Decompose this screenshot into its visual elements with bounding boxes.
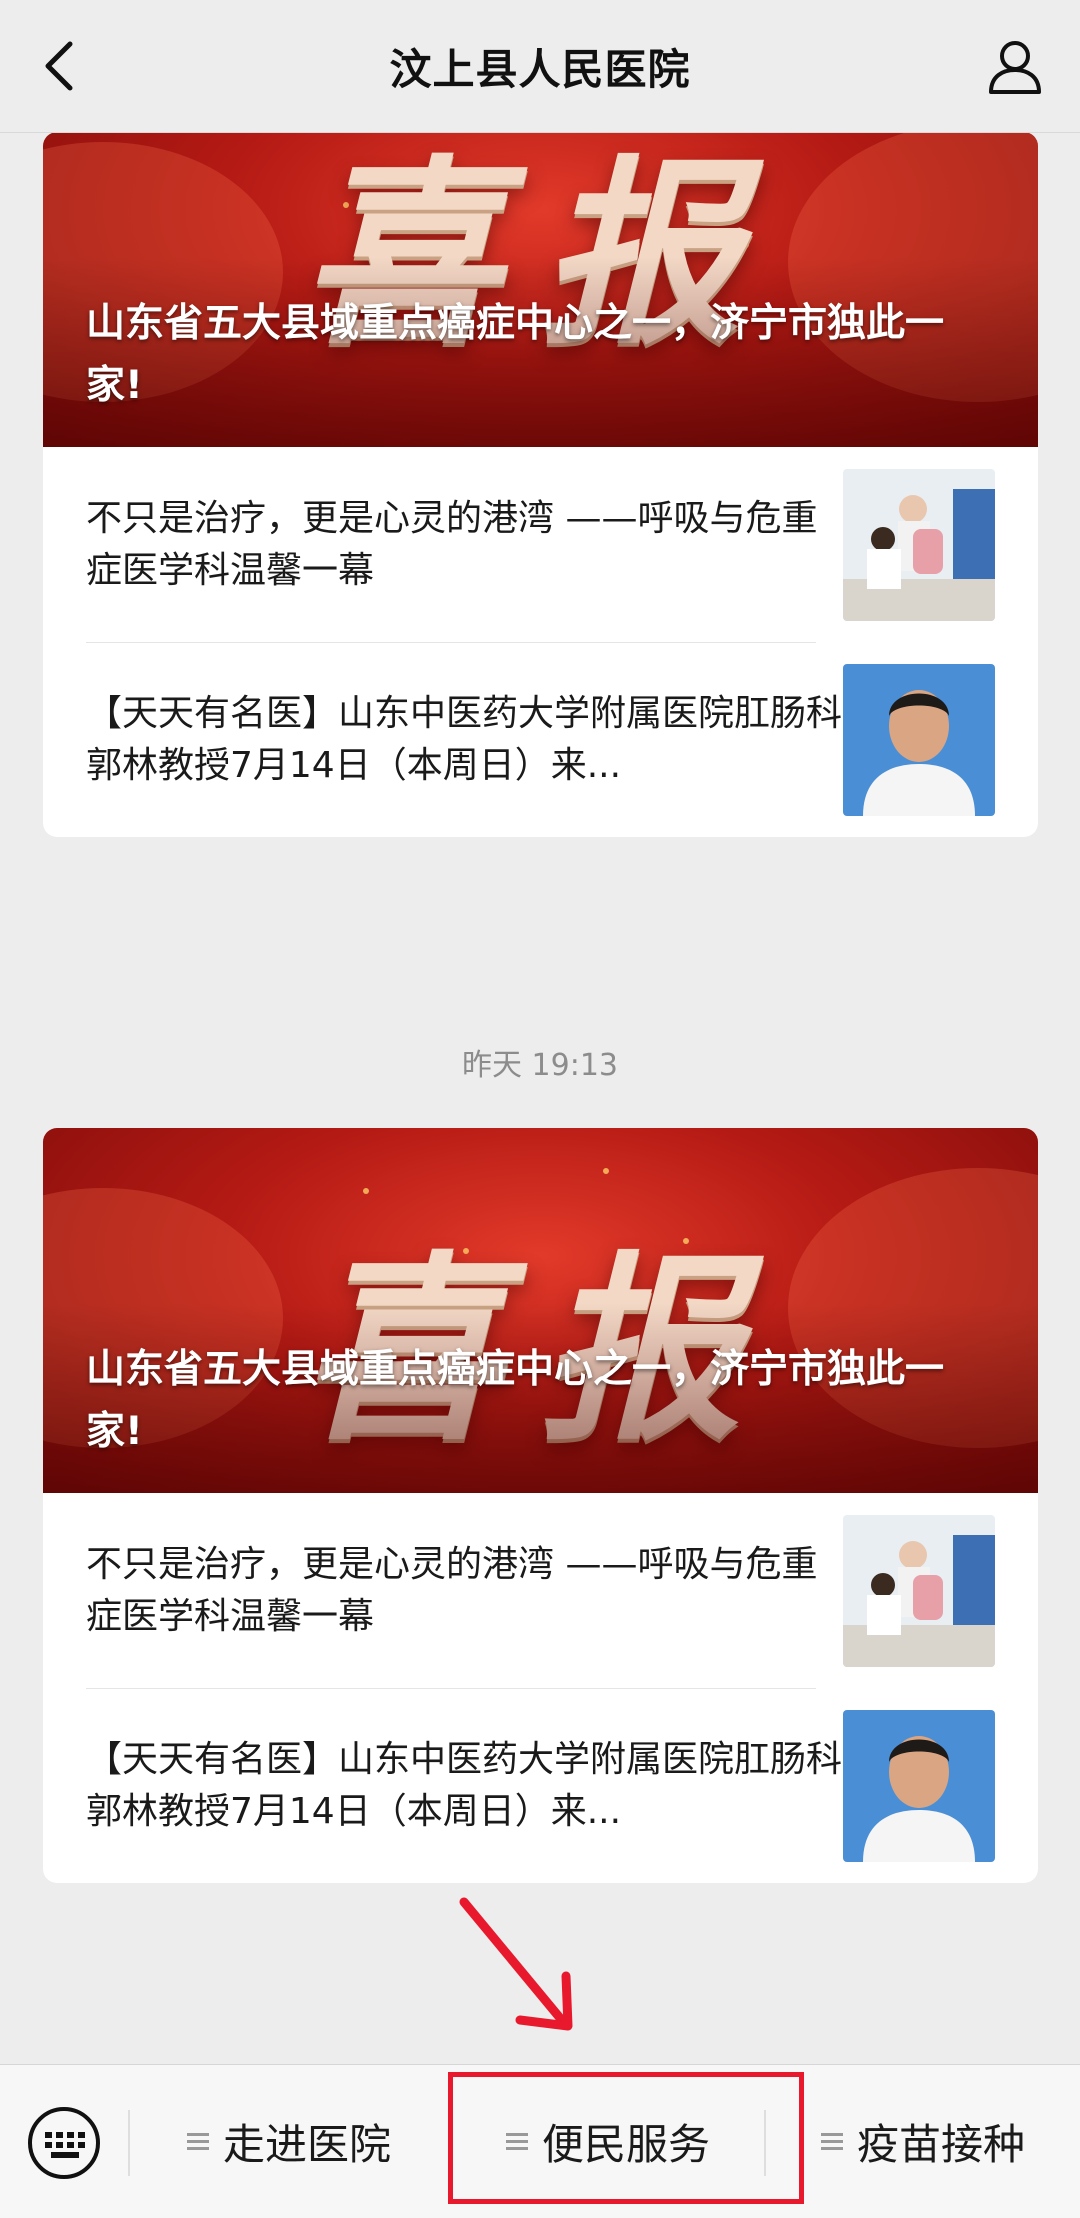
- list-item[interactable]: 【天天有名医】山东中医药大学附属医院肛肠科郭林教授7月14日（本周日）来...: [43, 642, 1038, 837]
- menu-item-about-hospital[interactable]: 走进医院: [130, 2065, 448, 2218]
- article-title: 不只是治疗，更是心灵的港湾 ——呼吸与危重症医学科温馨一幕: [86, 1543, 818, 1637]
- profile-button[interactable]: [980, 34, 1050, 98]
- page-title: 汶上县人民医院: [389, 44, 691, 94]
- article-title: 【天天有名医】山东中医药大学附属医院肛肠科郭林教授7月14日（本周日）来...: [86, 692, 843, 786]
- list-item[interactable]: 不只是治疗，更是心灵的港湾 ——呼吸与危重症医学科温馨一幕: [43, 447, 1038, 642]
- timestamp: 昨天 19:13: [462, 1048, 618, 1083]
- person-icon: [989, 41, 1041, 94]
- menu-lines-icon: [820, 2132, 843, 2150]
- back-button[interactable]: [30, 36, 90, 96]
- bottom-menu: 走进医院 便民服务 疫苗接种: [0, 2064, 1080, 2218]
- top-bar: 汶上县人民医院: [0, 0, 1080, 133]
- article-card: 喜报 山东省五大县域重点癌症中心之一，济宁市独此一家! 不只是治疗，更是心灵的港…: [43, 1128, 1038, 1883]
- list-item[interactable]: 不只是治疗，更是心灵的港湾 ——呼吸与危重症医学科温馨一幕: [43, 1493, 1038, 1688]
- banner-headline: 山东省五大县域重点癌症中心之一，济宁市独此一家!: [86, 1347, 945, 1454]
- menu-item-convenience-services[interactable]: 便民服务: [450, 2065, 766, 2218]
- chevron-left-icon: [45, 41, 73, 91]
- menu-item-vaccination[interactable]: 疫苗接种: [766, 2065, 1080, 2218]
- nurse-child-photo: [843, 468, 995, 621]
- list-item[interactable]: 【天天有名医】山东中医药大学附属医院肛肠科郭林教授7月14日（本周日）来...: [43, 1688, 1038, 1883]
- article-banner[interactable]: 喜报 山东省五大县域重点癌症中心之一，济宁市独此一家!: [43, 132, 1038, 447]
- menu-lines-icon: [505, 2132, 528, 2150]
- article-title: 不只是治疗，更是心灵的港湾 ——呼吸与危重症医学科温馨一幕: [86, 497, 818, 591]
- doctor-portrait-photo: [843, 1709, 995, 1862]
- article-card: 喜报 山东省五大县域重点癌症中心之一，济宁市独此一家! 不只是治疗，更是心灵的港…: [43, 132, 1038, 837]
- menu-lines-icon: [186, 2132, 209, 2150]
- menu-item-label: 便民服务: [541, 2120, 710, 2169]
- banner-headline: 山东省五大县域重点癌症中心之一，济宁市独此一家!: [86, 301, 945, 408]
- article-title: 【天天有名医】山东中医药大学附属医院肛肠科郭林教授7月14日（本周日）来...: [86, 1738, 843, 1832]
- nurse-child-photo: [843, 1514, 995, 1667]
- article-banner[interactable]: 喜报 山东省五大县域重点癌症中心之一，济宁市独此一家!: [43, 1128, 1038, 1493]
- keyboard-toggle-button[interactable]: [26, 2105, 102, 2181]
- doctor-portrait-photo: [843, 663, 995, 816]
- message-feed[interactable]: 喜报 山东省五大县域重点癌症中心之一，济宁市独此一家! 不只是治疗，更是心灵的港…: [0, 132, 1080, 2064]
- menu-item-label: 疫苗接种: [856, 2120, 1025, 2169]
- keyboard-icon: [28, 2107, 100, 2179]
- menu-item-label: 走进医院: [222, 2120, 391, 2169]
